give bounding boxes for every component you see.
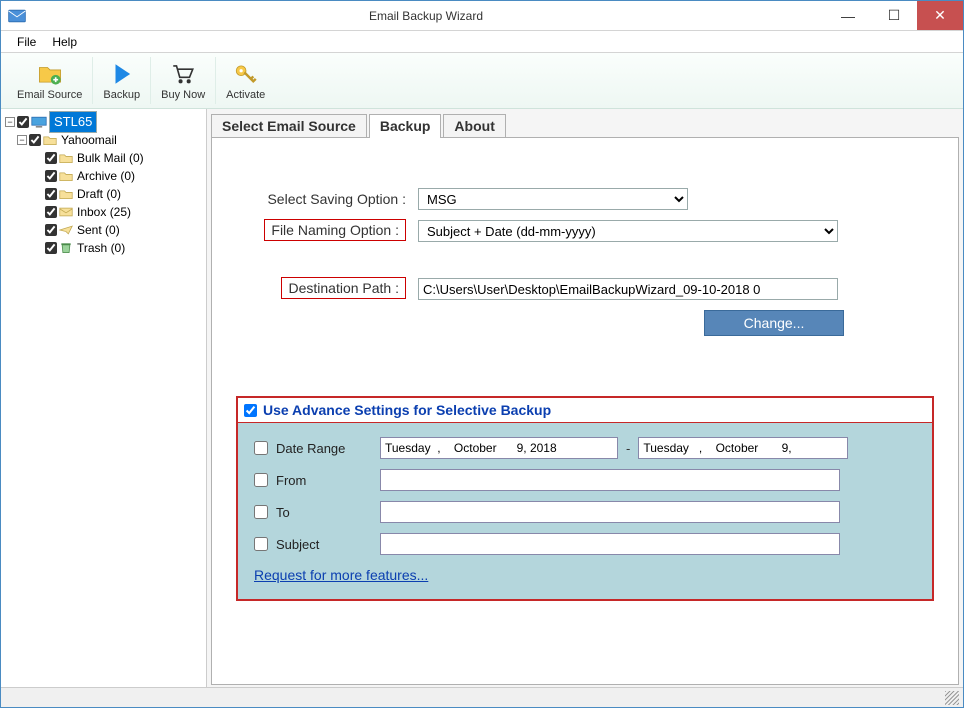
tree-folder-checkbox[interactable] xyxy=(45,188,57,200)
tree-folder-row[interactable]: Inbox (25) xyxy=(3,203,204,221)
sent-icon xyxy=(59,224,73,236)
toolbar-email-source[interactable]: Email Source xyxy=(7,57,93,104)
tree-folder-row[interactable]: Bulk Mail (0) xyxy=(3,149,204,167)
app-icon xyxy=(7,6,27,26)
tabs: Select Email Source Backup About xyxy=(211,113,959,137)
cart-icon xyxy=(170,61,196,87)
file-naming-select[interactable]: Subject + Date (dd-mm-yyyy) xyxy=(418,220,838,242)
to-input[interactable] xyxy=(380,501,840,523)
maximize-button[interactable]: ☐ xyxy=(871,1,917,30)
tree-account-row[interactable]: − Yahoomail xyxy=(3,131,204,149)
tree-folder-row[interactable]: Sent (0) xyxy=(3,221,204,239)
date-from-input[interactable] xyxy=(380,437,618,459)
tree-folder-row[interactable]: Trash (0) xyxy=(3,239,204,257)
change-button[interactable]: Change... xyxy=(704,310,844,336)
subject-input[interactable] xyxy=(380,533,840,555)
tree-root-checkbox[interactable] xyxy=(17,116,29,128)
date-range-checkbox[interactable] xyxy=(254,441,268,455)
close-button[interactable]: ✕ xyxy=(917,1,963,30)
backup-panel: Select Saving Option : MSG File Naming O… xyxy=(211,137,959,685)
titlebar: Email Backup Wizard — ☐ ✕ xyxy=(1,1,963,31)
tree-folder-label: Trash (0) xyxy=(75,241,127,255)
folder-tree: − STL65 − Yahoomail Bulk Mail (0) Archiv… xyxy=(1,109,207,687)
collapse-icon[interactable]: − xyxy=(17,135,27,145)
tree-folder-checkbox[interactable] xyxy=(45,206,57,218)
tree-root-row[interactable]: − STL65 xyxy=(3,113,204,131)
main-panel: Select Email Source Backup About Select … xyxy=(207,109,963,687)
destination-path-label: Destination Path : xyxy=(281,277,406,299)
folder-plus-icon xyxy=(37,61,63,87)
date-to-input[interactable] xyxy=(638,437,848,459)
destination-path-input[interactable] xyxy=(418,278,838,300)
advance-settings-checkbox[interactable] xyxy=(244,404,257,417)
key-icon xyxy=(233,61,259,87)
trash-icon xyxy=(59,242,73,254)
tree-folder-checkbox[interactable] xyxy=(45,242,57,254)
tree-root-label: STL65 xyxy=(49,111,97,133)
date-range-label: Date Range xyxy=(276,441,372,456)
resize-grip-icon[interactable] xyxy=(945,691,959,705)
file-naming-label: File Naming Option : xyxy=(264,219,406,241)
request-features-link[interactable]: Request for more features... xyxy=(254,567,428,583)
menu-help[interactable]: Help xyxy=(44,33,85,51)
tree-folder-row[interactable]: Draft (0) xyxy=(3,185,204,203)
to-label: To xyxy=(276,505,372,520)
tree-folder-checkbox[interactable] xyxy=(45,224,57,236)
from-checkbox[interactable] xyxy=(254,473,268,487)
folder-icon xyxy=(59,170,73,182)
tree-folder-label: Inbox (25) xyxy=(75,205,133,219)
tree-folder-label: Draft (0) xyxy=(75,187,123,201)
advance-settings-box: Use Advance Settings for Selective Backu… xyxy=(236,396,934,601)
tree-folder-label: Sent (0) xyxy=(75,223,122,237)
toolbar-backup-label: Backup xyxy=(103,89,140,101)
date-range-separator: - xyxy=(626,441,630,456)
menu-file[interactable]: File xyxy=(9,33,44,51)
toolbar-backup[interactable]: Backup xyxy=(93,57,151,104)
play-icon xyxy=(109,61,135,87)
from-label: From xyxy=(276,473,372,488)
folder-icon xyxy=(59,152,73,164)
advance-settings-label: Use Advance Settings for Selective Backu… xyxy=(263,402,551,418)
saving-option-label: Select Saving Option : xyxy=(236,191,406,207)
subject-checkbox[interactable] xyxy=(254,537,268,551)
toolbar-activate[interactable]: Activate xyxy=(216,57,275,104)
toolbar-buy-now[interactable]: Buy Now xyxy=(151,57,216,104)
inbox-icon xyxy=(59,206,73,218)
from-input[interactable] xyxy=(380,469,840,491)
menubar: File Help xyxy=(1,31,963,53)
tree-folder-label: Archive (0) xyxy=(75,169,137,183)
toolbar-activate-label: Activate xyxy=(226,89,265,101)
statusbar xyxy=(1,687,963,707)
tree-folder-checkbox[interactable] xyxy=(45,152,57,164)
subject-label: Subject xyxy=(276,537,372,552)
tree-account-label: Yahoomail xyxy=(59,133,119,147)
collapse-icon[interactable]: − xyxy=(5,117,15,127)
saving-option-select[interactable]: MSG xyxy=(418,188,688,210)
tab-select-email-source[interactable]: Select Email Source xyxy=(211,114,367,138)
minimize-button[interactable]: — xyxy=(825,1,871,30)
computer-icon xyxy=(31,116,47,128)
window-title: Email Backup Wizard xyxy=(27,9,825,23)
tab-about[interactable]: About xyxy=(443,114,505,138)
tab-backup[interactable]: Backup xyxy=(369,114,442,138)
toolbar-buy-now-label: Buy Now xyxy=(161,89,205,101)
folder-open-icon xyxy=(43,134,57,146)
to-checkbox[interactable] xyxy=(254,505,268,519)
tree-folder-label: Bulk Mail (0) xyxy=(75,151,146,165)
tree-folder-checkbox[interactable] xyxy=(45,170,57,182)
toolbar-email-source-label: Email Source xyxy=(17,89,82,101)
folder-icon xyxy=(59,188,73,200)
tree-account-checkbox[interactable] xyxy=(29,134,41,146)
tree-folder-row[interactable]: Archive (0) xyxy=(3,167,204,185)
toolbar: Email Source Backup Buy Now Activate xyxy=(1,53,963,109)
